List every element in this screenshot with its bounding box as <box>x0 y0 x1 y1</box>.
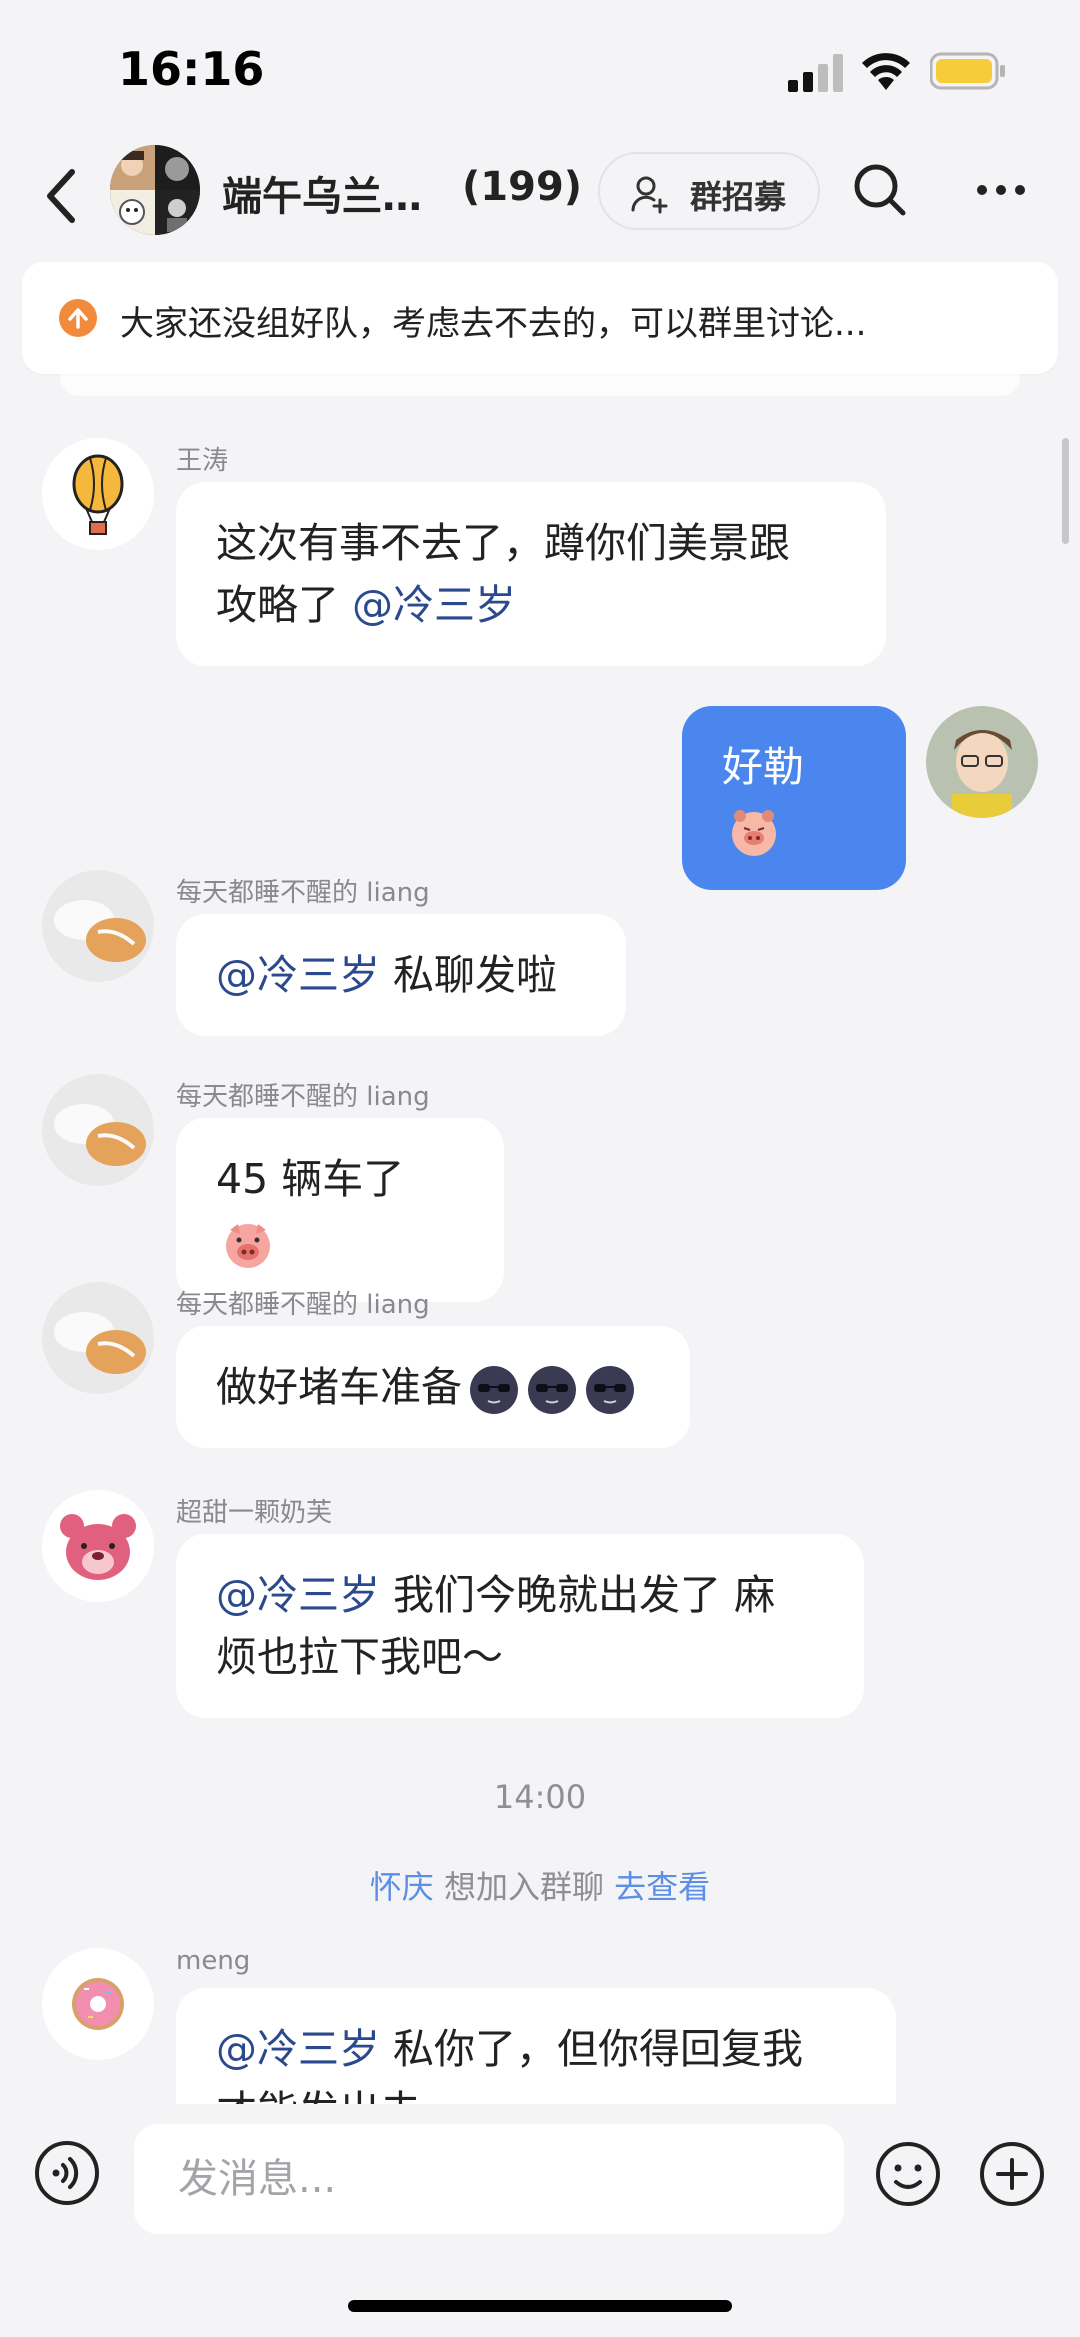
self-message-bubble[interactable]: 好勒 <box>682 706 906 890</box>
mention-link[interactable]: @冷三岁 <box>216 2025 380 2073</box>
emoji-picker-icon[interactable] <box>874 2140 942 2208</box>
message-bubble[interactable]: 做好堵车准备 <box>176 1326 690 1448</box>
message-text: 做好堵车准备 <box>216 1363 462 1411</box>
message-bubble[interactable]: @冷三岁 私聊发啦 <box>176 914 626 1036</box>
mention-link[interactable]: @冷三岁 <box>216 951 380 999</box>
join-request-user-link[interactable]: 怀庆 <box>370 1868 434 1906</box>
message-bubble[interactable]: @冷三岁 我们今晚就出发了 麻 烦也拉下我吧～ <box>176 1534 864 1718</box>
message-text: 好勒 <box>722 743 804 791</box>
pig-face-emoji-icon <box>732 810 776 856</box>
status-bar: 16:16 <box>0 0 1080 140</box>
message-text-line: @冷三岁 我们今晚就出发了 麻 <box>216 1564 824 1626</box>
add-person-icon <box>631 176 668 214</box>
message-timestamp: 14:00 <box>493 1778 587 1816</box>
group-recruit-button[interactable]: 群招募 <box>598 152 820 230</box>
avatar[interactable] <box>42 438 154 550</box>
announcement-up-icon <box>59 299 97 337</box>
battery-icon <box>930 52 1005 90</box>
message-text: 私你了，但你得回复我 <box>380 2025 804 2073</box>
message-text: 我们今晚就出发了 麻 <box>380 1571 776 1619</box>
member-avatar-icon <box>155 190 200 235</box>
avatar[interactable] <box>42 1948 154 2060</box>
sender-name: 王涛 <box>176 446 229 476</box>
pinned-announcement[interactable]: 大家还没组好队，考虑去不去的，可以群里讨论... <box>22 262 1058 374</box>
add-attachment-icon[interactable] <box>978 2140 1046 2208</box>
message-bubble[interactable]: 45 辆车了 <box>176 1118 504 1302</box>
member-avatar-icon <box>110 190 155 235</box>
message-text: 私聊发啦 <box>380 951 558 999</box>
message-text: 烦也拉下我吧～ <box>216 1633 503 1681</box>
announcement-text: 大家还没组好队，考虑去不去的，可以群里讨论... <box>120 304 867 344</box>
view-request-link[interactable]: 去查看 <box>614 1868 710 1906</box>
scrollbar[interactable] <box>1062 438 1069 544</box>
donut-icon <box>42 1948 154 2060</box>
cats-photo-icon <box>42 870 154 982</box>
member-avatar-icon <box>155 145 200 190</box>
group-recruit-label: 群招募 <box>690 178 787 216</box>
sender-name: 每天都睡不醒的 liang <box>176 1082 430 1112</box>
message-text: 这次有事不去了，蹲你们美景跟 <box>216 519 790 567</box>
sender-name: 超甜一颗奶芙 <box>176 1498 333 1528</box>
message-bubble[interactable]: 这次有事不去了，蹲你们美景跟 攻略了 @冷三岁 <box>176 482 886 666</box>
message-text: 45 辆车了 <box>216 1155 405 1203</box>
more-options-icon[interactable] <box>976 182 1026 198</box>
mention-link[interactable]: @冷三岁 <box>216 1571 380 1619</box>
message-input[interactable] <box>134 2124 844 2234</box>
pig-emoji-icon <box>226 1224 270 1268</box>
sender-name: 每天都睡不醒的 liang <box>176 1290 430 1320</box>
sender-name: meng <box>176 1946 251 1976</box>
voice-input-icon[interactable] <box>34 2140 100 2206</box>
sunglasses-moon-emoji-icon <box>586 1366 634 1414</box>
sunglasses-moon-emoji-icon <box>528 1366 576 1414</box>
member-count: (199) <box>462 164 583 210</box>
avatar[interactable] <box>42 1074 154 1186</box>
cats-photo-icon <box>42 1074 154 1186</box>
cellular-signal-icon <box>788 54 843 92</box>
status-time: 16:16 <box>118 42 265 96</box>
home-indicator[interactable] <box>348 2300 732 2312</box>
message-text-line: 攻略了 @冷三岁 <box>216 574 846 636</box>
strawberry-bear-icon <box>42 1490 154 1602</box>
search-icon[interactable] <box>852 162 908 218</box>
mention-link[interactable]: @冷三岁 <box>352 581 516 629</box>
avatar[interactable] <box>42 870 154 982</box>
wifi-icon <box>862 53 910 90</box>
user-photo-icon <box>926 706 1038 818</box>
system-notice: 怀庆 想加入群聊 去查看 <box>0 1862 1080 1908</box>
sender-name: 每天都睡不醒的 liang <box>176 878 430 908</box>
member-avatar-icon <box>110 145 155 190</box>
avatar[interactable] <box>42 1490 154 1602</box>
group-avatar[interactable] <box>110 145 200 235</box>
cats-photo-icon <box>42 1282 154 1394</box>
hot-air-balloon-icon <box>42 438 154 550</box>
avatar[interactable] <box>42 1282 154 1394</box>
group-title[interactable]: 端午乌兰… <box>222 164 422 222</box>
self-avatar[interactable] <box>926 706 1038 818</box>
back-arrow-icon[interactable] <box>38 162 86 230</box>
system-notice-text: 想加入群聊 <box>433 1868 615 1906</box>
sunglasses-moon-emoji-icon <box>470 1366 518 1414</box>
message-text: 攻略了 <box>216 581 339 629</box>
message-text-line: @冷三岁 私你了，但你得回复我 <box>216 2018 856 2080</box>
chat-header: 端午乌兰… (199) 群招募 <box>0 140 1080 260</box>
